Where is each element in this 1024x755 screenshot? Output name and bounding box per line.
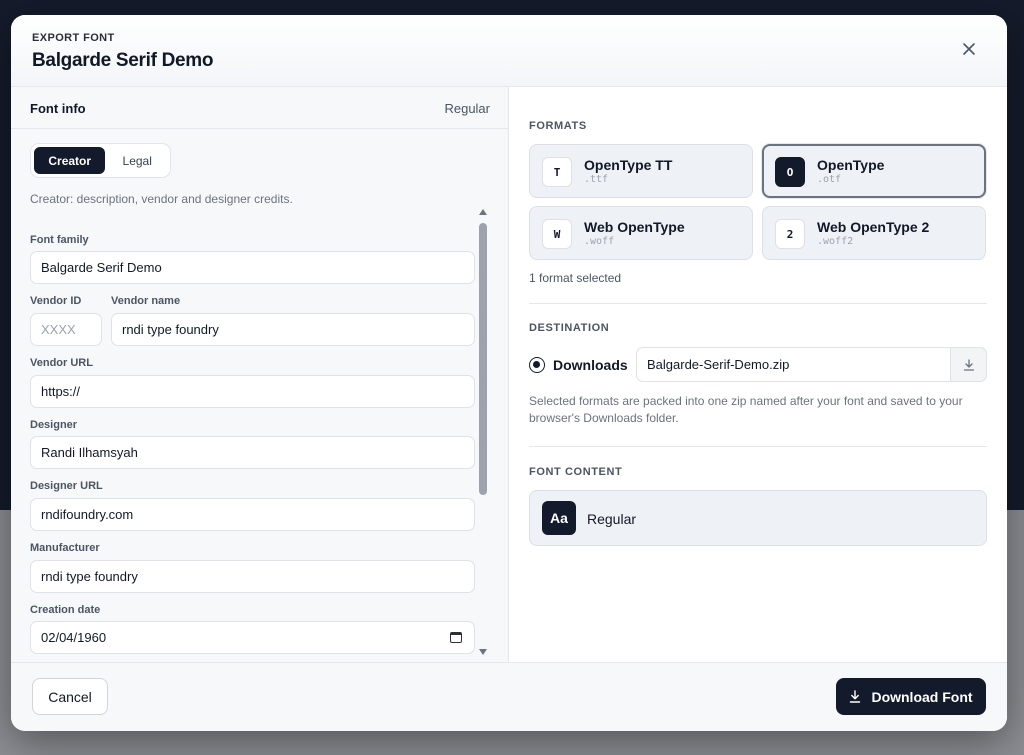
font-content-badge: Aa <box>542 501 576 535</box>
designer-url-input[interactable] <box>30 498 475 531</box>
font-content-card[interactable]: Aa Regular <box>529 490 987 546</box>
download-font-label: Download Font <box>871 688 973 705</box>
zip-filename-input[interactable] <box>636 347 950 382</box>
close-button[interactable] <box>957 37 981 61</box>
vendor-url-label: Vendor URL <box>30 357 93 369</box>
scroll-down-arrow-icon[interactable] <box>479 649 487 655</box>
format-name-ttf: OpenType TT <box>584 157 673 173</box>
designer-label: Designer <box>30 419 78 431</box>
close-icon <box>963 43 975 55</box>
format-name-woff: Web OpenType <box>584 219 685 235</box>
export-options-panel: FORMATS T OpenType TT .ttf O OpenType .o… <box>510 87 1007 662</box>
divider <box>529 446 987 447</box>
font-family-label: Font family <box>30 234 89 246</box>
creator-legal-toggle: Creator Legal <box>30 143 171 178</box>
creator-description: Creator: description, vendor and designe… <box>30 192 293 206</box>
destination-download-button[interactable] <box>950 347 987 382</box>
font-content-style: Regular <box>587 511 637 527</box>
download-font-button[interactable]: Download Font <box>836 678 986 715</box>
divider <box>529 303 987 304</box>
downloads-radio[interactable] <box>529 357 545 373</box>
scroll-thumb[interactable] <box>479 223 487 495</box>
designer-url-label: Designer URL <box>30 480 103 492</box>
vendor-id-label: Vendor ID <box>30 295 82 307</box>
format-name-otf: OpenType <box>817 157 885 173</box>
download-icon <box>850 690 861 703</box>
vendor-id-input[interactable] <box>30 313 102 346</box>
format-count: 1 format selected <box>529 271 622 285</box>
manufacturer-label: Manufacturer <box>30 542 100 554</box>
cancel-button[interactable]: Cancel <box>32 678 108 715</box>
vendor-name-label: Vendor name <box>111 295 181 307</box>
manufacturer-input[interactable] <box>30 560 475 593</box>
format-card-woff2[interactable]: 2 Web OpenType 2 .woff2 <box>762 206 986 260</box>
formats-heading: FORMATS <box>529 120 587 132</box>
dialog-header: EXPORT FONT Balgarde Serif Demo <box>11 15 1007 87</box>
creation-date-label: Creation date <box>30 604 101 616</box>
download-icon <box>963 358 974 371</box>
dialog-eyebrow: EXPORT FONT <box>32 32 115 44</box>
export-font-dialog: EXPORT FONT Balgarde Serif Demo Font inf… <box>11 15 1007 731</box>
downloads-radio-label[interactable]: Downloads <box>553 357 628 373</box>
tab-legal[interactable]: Legal <box>107 147 167 174</box>
format-ext-otf: .otf <box>817 174 842 185</box>
format-badge-woff2: 2 <box>775 219 805 249</box>
scroll-up-arrow-icon[interactable] <box>479 209 487 215</box>
format-ext-woff: .woff <box>584 236 615 247</box>
font-info-header: Font info Regular <box>11 87 508 129</box>
tab-creator[interactable]: Creator <box>34 147 106 174</box>
destination-heading: DESTINATION <box>529 322 610 334</box>
format-badge-otf: O <box>775 157 805 187</box>
format-badge-woff: W <box>542 219 572 249</box>
format-name-woff2: Web OpenType 2 <box>817 219 930 235</box>
font-family-input[interactable] <box>30 251 475 284</box>
vendor-name-input[interactable] <box>111 313 475 346</box>
calendar-icon[interactable] <box>450 632 462 643</box>
left-scrollbar[interactable] <box>479 209 487 655</box>
font-info-style: Regular <box>444 101 490 116</box>
designer-input[interactable] <box>30 436 475 469</box>
destination-note: Selected formats are packed into one zip… <box>529 394 963 425</box>
creation-date-input[interactable] <box>30 621 475 654</box>
dialog-title: Balgarde Serif Demo <box>32 50 214 71</box>
font-info-panel: Font info Regular Creator Legal Creator:… <box>11 87 509 662</box>
format-ext-ttf: .ttf <box>584 174 609 185</box>
vendor-url-input[interactable] <box>30 375 475 408</box>
format-card-ttf[interactable]: T OpenType TT .ttf <box>529 144 753 198</box>
font-content-heading: FONT CONTENT <box>529 466 623 478</box>
format-card-otf[interactable]: O OpenType .otf <box>762 144 986 198</box>
format-badge-ttf: T <box>542 157 572 187</box>
format-ext-woff2: .woff2 <box>817 236 854 247</box>
format-card-woff[interactable]: W Web OpenType .woff <box>529 206 753 260</box>
font-info-heading: Font info <box>30 101 86 116</box>
dialog-footer: Cancel Download Font <box>11 662 1007 731</box>
